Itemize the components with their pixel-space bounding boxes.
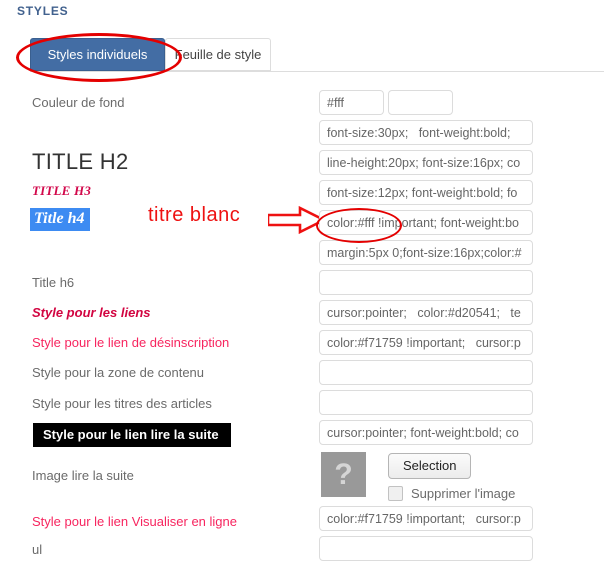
field-visualiser-en-ligne-style[interactable] — [319, 506, 533, 531]
label-title-h2: TITLE H2 — [32, 149, 129, 174]
image-placeholder-icon: ? — [321, 452, 366, 497]
tab-feuille-de-style[interactable]: Feuille de style — [165, 38, 271, 71]
field-couleur-de-fond-2[interactable] — [388, 90, 453, 115]
label-image-lire-la-suite: Image lire la suite — [32, 468, 134, 483]
label-couleur-de-fond: Couleur de fond — [32, 95, 125, 110]
label-title-h3: TITLE H3 — [32, 183, 92, 198]
label-style-titres-articles: Style pour les titres des articles — [32, 396, 212, 411]
supprimer-image-checkbox[interactable] — [388, 486, 403, 501]
label-style-zone-contenu: Style pour la zone de contenu — [32, 365, 205, 380]
field-h5-style[interactable] — [319, 240, 533, 265]
label-style-pour-les-liens: Style pour les liens — [32, 305, 151, 320]
tab-bottom-divider — [30, 71, 604, 72]
field-h2-style[interactable] — [319, 150, 533, 175]
label-title-h6: Title h6 — [32, 275, 75, 290]
label-style-lien-visualiser-en-ligne: Style pour le lien Visualiser en ligne — [32, 514, 237, 529]
field-liens-style[interactable] — [319, 300, 533, 325]
label-ul: ul — [32, 542, 43, 557]
field-titres-articles-style[interactable] — [319, 390, 533, 415]
tab-styles-individuels[interactable]: Styles individuels — [30, 38, 165, 71]
field-desinscription-style[interactable] — [319, 330, 533, 355]
supprimer-image-label: Supprimer l'image — [411, 486, 516, 501]
field-h1-style[interactable] — [319, 120, 533, 145]
field-h4-style[interactable] — [319, 210, 533, 235]
field-lire-la-suite-style[interactable] — [319, 420, 533, 445]
supprimer-image-row[interactable]: Supprimer l'image — [388, 486, 515, 501]
label-title-h4: Title h4 — [30, 208, 90, 231]
tab-bar: Styles individuels Feuille de style — [0, 38, 606, 72]
page-title: STYLES — [17, 4, 69, 18]
field-h6-style[interactable] — [319, 270, 533, 295]
field-h3-style[interactable] — [319, 180, 533, 205]
label-style-lien-lire-la-suite: Style pour le lien lire la suite — [33, 423, 231, 447]
field-couleur-de-fond-1[interactable] — [319, 90, 384, 115]
label-style-lien-desinscription: Style pour le lien de désinscription — [32, 335, 230, 350]
field-ul-style[interactable] — [319, 536, 533, 561]
right-arrow-outline-icon — [268, 206, 326, 234]
annotation-titre-blanc: titre blanc — [148, 204, 241, 226]
field-zone-contenu-style[interactable] — [319, 360, 533, 385]
selection-button[interactable]: Selection — [388, 453, 472, 479]
